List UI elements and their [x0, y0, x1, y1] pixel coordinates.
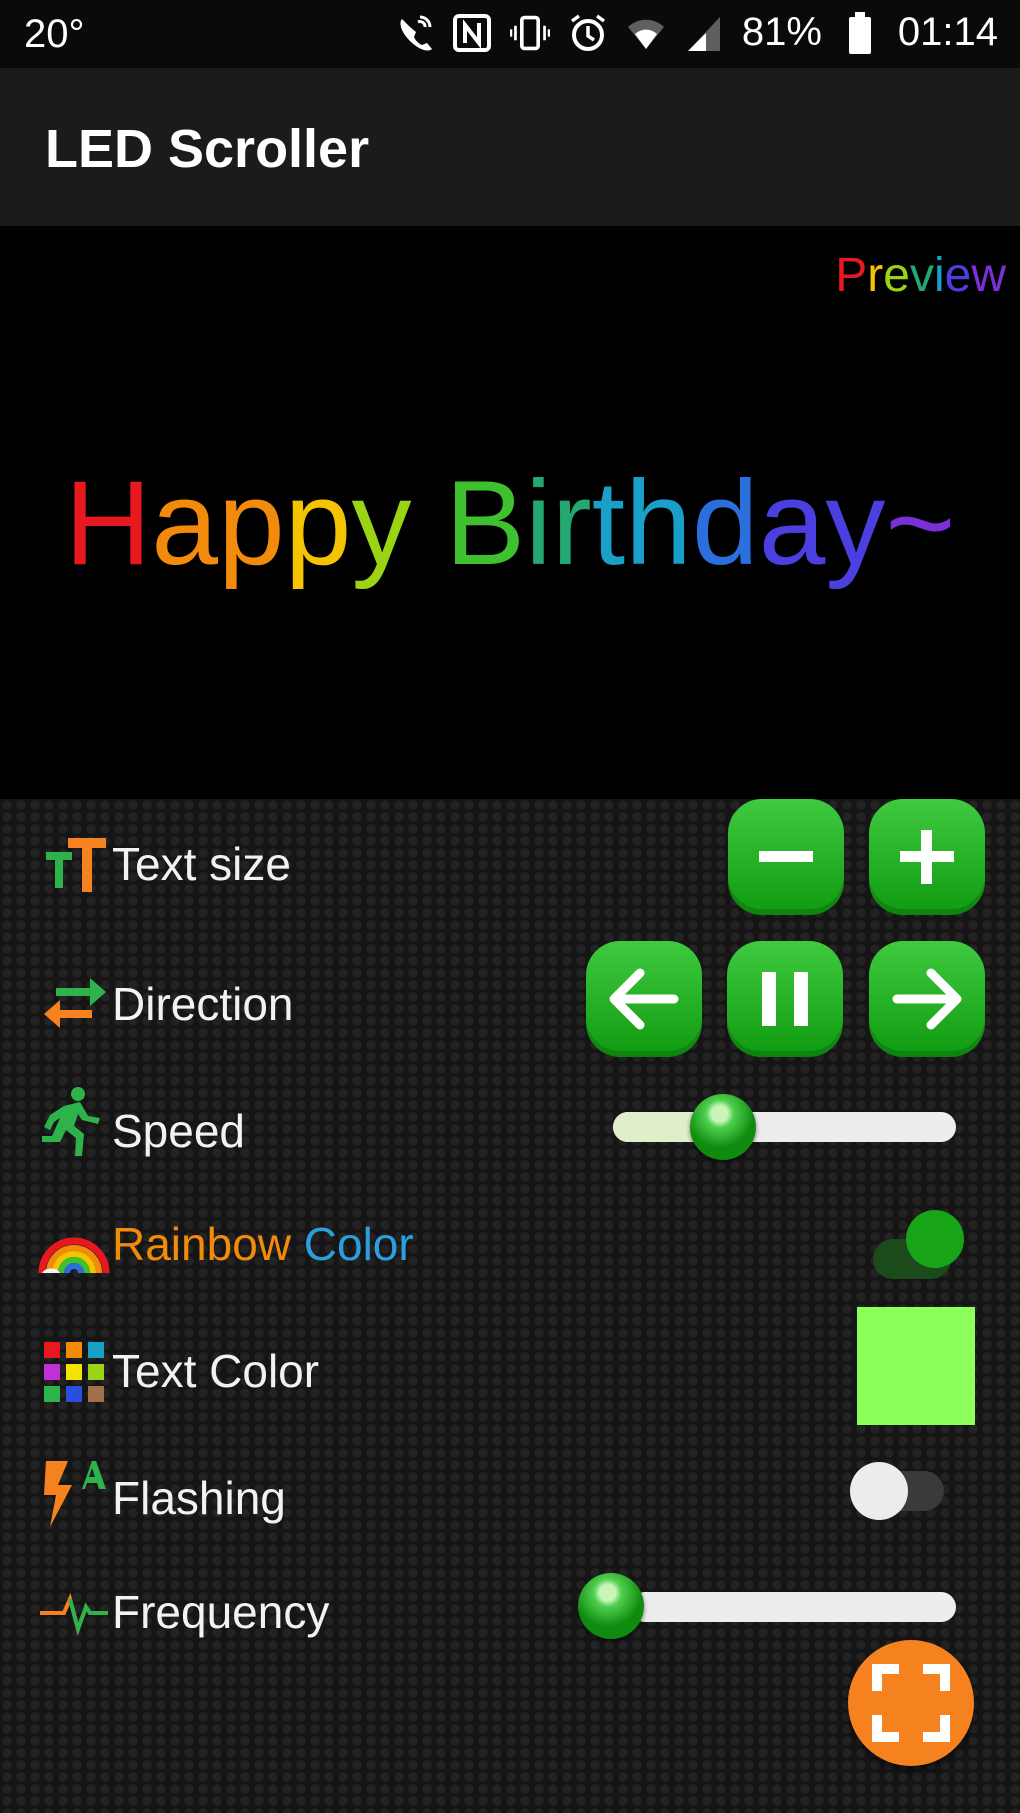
wifi-calling-icon: [394, 13, 434, 53]
preview-label: Preview: [835, 248, 1006, 303]
rainbow-char: a: [758, 456, 826, 590]
arrow-left-icon: [609, 968, 679, 1030]
rainbow-char: i: [933, 249, 945, 302]
led-preview-panel[interactable]: Preview Happy Birthday~: [0, 226, 1020, 799]
running-person-icon: [42, 1087, 100, 1156]
arrow-right-icon: [892, 968, 962, 1030]
rainbow-char: r: [867, 249, 884, 302]
direction-right-button[interactable]: [869, 941, 985, 1057]
rainbow-char: P: [835, 249, 868, 302]
wifi-icon: [626, 13, 666, 53]
rainbow-char: a: [151, 456, 218, 590]
fullscreen-button[interactable]: [848, 1640, 974, 1766]
temperature-readout: 20°: [24, 12, 85, 56]
alarm-icon: [568, 13, 608, 53]
rainbow-char: p: [284, 456, 352, 590]
rainbow-label-part1: Rainbow: [112, 1218, 291, 1270]
flash-text-icon: [44, 1461, 106, 1527]
rainbow-char: t: [591, 456, 626, 590]
text-color-label: Text Color: [112, 1345, 320, 1397]
preview-label-text: Preview: [835, 248, 1006, 303]
speed-label: Speed: [112, 1105, 246, 1157]
minus-icon: [759, 851, 813, 862]
preview-scrolling-text: Happy Birthday~: [0, 454, 1020, 592]
rainbow-char: ~: [885, 456, 956, 590]
text-size-label: Text size: [112, 838, 291, 890]
rainbow-char: i: [525, 456, 552, 590]
flashing-switch-thumb[interactable]: [850, 1462, 908, 1520]
rainbow-char: e: [883, 249, 910, 302]
rainbow-char: e: [944, 249, 972, 302]
vibrate-icon: [509, 13, 550, 53]
fullscreen-icon: [872, 1664, 950, 1742]
rainbow-char: v: [909, 249, 934, 302]
rainbow-color-label: Rainbow Color: [112, 1217, 414, 1271]
battery-percent: 81%: [741, 10, 822, 54]
rainbow-char: B: [445, 456, 526, 590]
app-title: LED Scroller: [45, 119, 370, 179]
rainbow-label-part2: Color: [303, 1218, 414, 1270]
signal-icon: [684, 13, 724, 53]
rainbow-char: y: [825, 456, 886, 590]
plus-icon: [900, 830, 954, 884]
rainbow-char: H: [64, 456, 152, 590]
text-size-decrease-button[interactable]: [728, 799, 844, 915]
pause-icon: [762, 972, 808, 1026]
rainbow-char: w: [971, 249, 1006, 302]
flashing-label: Flashing: [112, 1472, 286, 1524]
rainbow-char: r: [551, 456, 592, 590]
text-size-increase-button[interactable]: [869, 799, 985, 915]
clock-time: 01:14: [897, 10, 998, 54]
status-bar: 20° 81% 01:14: [0, 0, 1020, 68]
direction-arrows-icon: [44, 978, 106, 1028]
text-size-icon: [46, 838, 106, 892]
rainbow-char: d: [691, 456, 759, 590]
text-color-swatch[interactable]: [857, 1307, 975, 1425]
app-bar: LED Scroller: [0, 68, 1020, 226]
nfc-icon: [452, 13, 492, 53]
color-grid-icon: [44, 1342, 104, 1402]
rainbow-char: p: [217, 456, 285, 590]
status-icons: 81% 01:14: [394, 10, 998, 55]
rainbow-switch-thumb[interactable]: [906, 1210, 964, 1268]
frequency-slider-thumb[interactable]: [578, 1573, 644, 1639]
rainbow-char: y: [351, 456, 412, 590]
rainbow-icon: [38, 1237, 110, 1274]
battery-icon: [840, 11, 880, 54]
preview-message: Happy Birthday~: [65, 454, 956, 592]
speed-slider-thumb[interactable]: [689, 1094, 756, 1160]
frequency-label: Frequency: [112, 1586, 330, 1638]
direction-left-button[interactable]: [586, 941, 702, 1057]
direction-label: Direction: [112, 978, 294, 1030]
pulse-icon: [40, 1592, 108, 1636]
direction-pause-button[interactable]: [727, 941, 843, 1057]
frequency-slider-track[interactable]: [630, 1592, 956, 1622]
rainbow-char: h: [625, 456, 692, 590]
